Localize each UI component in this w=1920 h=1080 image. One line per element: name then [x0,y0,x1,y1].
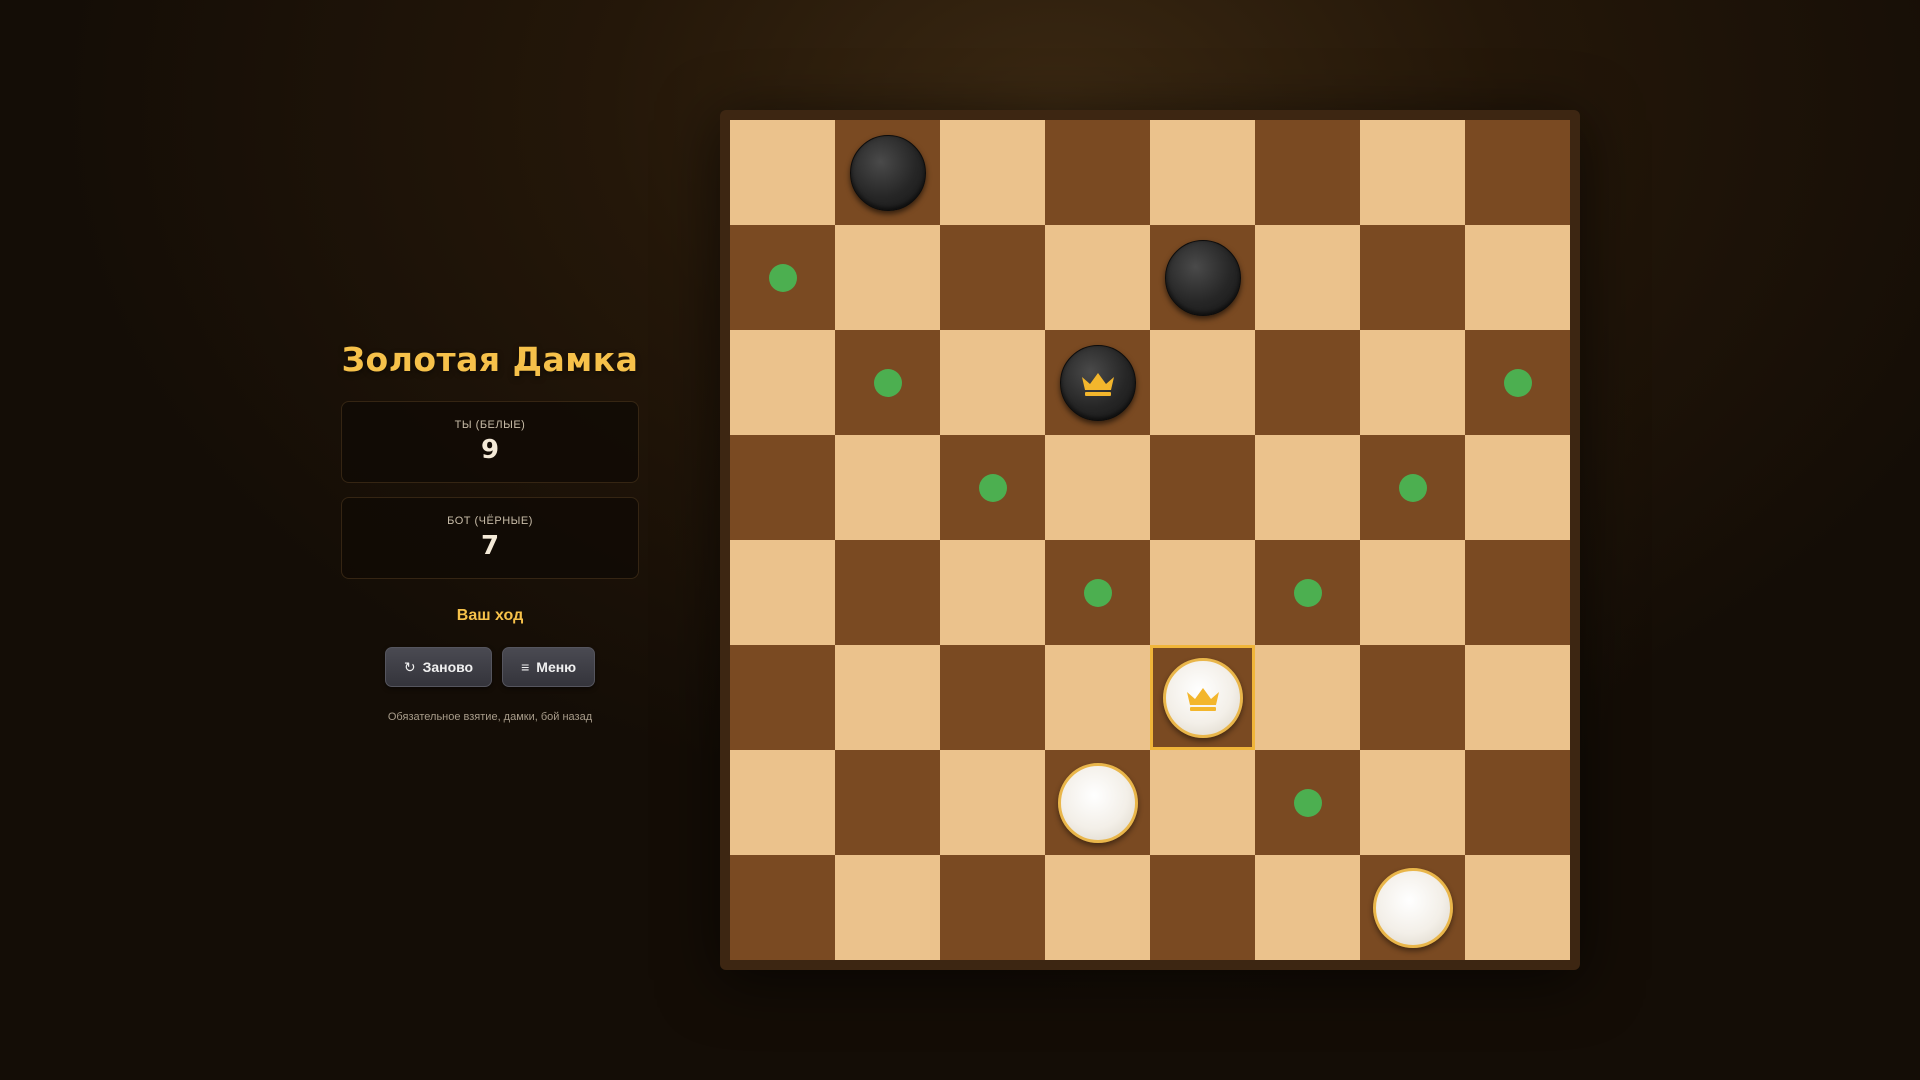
rules-note: Обязательное взятие, дамки, бой назад [387,711,593,723]
board-square-r7-c5[interactable] [1255,855,1360,960]
bot-score-label: БОТ (ЧЁРНЫЕ) [447,515,533,527]
board-square-r3-c7[interactable] [1465,435,1570,540]
menu-button-label: Меню [536,659,577,675]
move-hint-dot[interactable] [1293,788,1322,817]
board-square-r5-c4[interactable] [1150,645,1255,750]
crown-icon [1081,372,1114,396]
board-square-r1-c5[interactable] [1255,225,1360,330]
move-hint-dot[interactable] [1083,578,1112,607]
board-square-r7-c7[interactable] [1465,855,1570,960]
board-square-r4-c0[interactable] [730,540,835,645]
board-square-r7-c1[interactable] [835,855,940,960]
board-square-r0-c7[interactable] [1465,120,1570,225]
board-square-r7-c0[interactable] [730,855,835,960]
restart-button-label: Заново [422,659,474,675]
white-king-piece[interactable] [1162,657,1243,738]
board-square-r6-c4[interactable] [1150,750,1255,855]
board-square-r5-c2[interactable] [940,645,1045,750]
board-frame [720,110,1580,970]
board-square-r2-c5[interactable] [1255,330,1360,435]
white-piece[interactable] [1372,867,1453,948]
board-square-r2-c0[interactable] [730,330,835,435]
board-square-r6-c0[interactable] [730,750,835,855]
board-square-r1-c2[interactable] [940,225,1045,330]
board-square-r6-c1[interactable] [835,750,940,855]
crown-icon [1186,687,1219,711]
board-square-r1-c3[interactable] [1045,225,1150,330]
restart-button[interactable]: ↻ Заново [384,647,493,687]
move-hint-dot[interactable] [978,473,1007,502]
board-square-r2-c1[interactable] [835,330,940,435]
button-row: ↻ Заново ≡ Меню [384,647,596,687]
board-square-r7-c4[interactable] [1150,855,1255,960]
board-square-r3-c3[interactable] [1045,435,1150,540]
board-square-r6-c7[interactable] [1465,750,1570,855]
board-square-r3-c0[interactable] [730,435,835,540]
turn-status: Ваш ход [456,607,524,624]
board-square-r1-c4[interactable] [1150,225,1255,330]
menu-icon: ≡ [521,659,530,675]
game-title: Золотая Дамка [341,340,639,379]
board-square-r2-c7[interactable] [1465,330,1570,435]
board-square-r0-c5[interactable] [1255,120,1360,225]
board-square-r3-c1[interactable] [835,435,940,540]
board-square-r7-c3[interactable] [1045,855,1150,960]
board-square-r3-c6[interactable] [1360,435,1465,540]
move-hint-dot[interactable] [1503,368,1532,397]
board-square-r1-c6[interactable] [1360,225,1465,330]
board-square-r4-c2[interactable] [940,540,1045,645]
board-square-r0-c4[interactable] [1150,120,1255,225]
board-square-r6-c2[interactable] [940,750,1045,855]
black-king-piece[interactable] [1059,344,1136,421]
board-square-r4-c3[interactable] [1045,540,1150,645]
board-square-r7-c6[interactable] [1360,855,1465,960]
board-square-r1-c0[interactable] [730,225,835,330]
move-hint-dot[interactable] [1293,578,1322,607]
board-square-r1-c1[interactable] [835,225,940,330]
menu-button[interactable]: ≡ Меню [502,647,596,687]
board-square-r4-c5[interactable] [1255,540,1360,645]
board-square-r0-c3[interactable] [1045,120,1150,225]
board-square-r6-c6[interactable] [1360,750,1465,855]
board-square-r4-c6[interactable] [1360,540,1465,645]
white-piece[interactable] [1057,762,1138,843]
player-score-label: ТЫ (БЕЛЫЕ) [454,419,526,431]
player-score-card: ТЫ (БЕЛЫЕ) 9 [341,401,639,483]
board-square-r2-c3[interactable] [1045,330,1150,435]
restart-icon: ↻ [403,659,416,675]
board-square-r3-c5[interactable] [1255,435,1360,540]
board-square-r2-c2[interactable] [940,330,1045,435]
board-square-r2-c6[interactable] [1360,330,1465,435]
board-square-r1-c7[interactable] [1465,225,1570,330]
black-piece[interactable] [1164,239,1241,316]
board-square-r5-c6[interactable] [1360,645,1465,750]
bot-score-value: 7 [480,531,500,561]
board-square-r0-c0[interactable] [730,120,835,225]
board-square-r4-c1[interactable] [835,540,940,645]
move-hint-dot[interactable] [873,368,902,397]
board-square-r5-c0[interactable] [730,645,835,750]
board-square-r4-c7[interactable] [1465,540,1570,645]
board-square-r5-c5[interactable] [1255,645,1360,750]
player-score-value: 9 [480,435,500,465]
checkers-board[interactable] [730,120,1570,960]
board-square-r6-c5[interactable] [1255,750,1360,855]
board-square-r0-c1[interactable] [835,120,940,225]
board-square-r5-c3[interactable] [1045,645,1150,750]
move-hint-dot[interactable] [768,263,797,292]
board-square-r0-c2[interactable] [940,120,1045,225]
board-square-r5-c1[interactable] [835,645,940,750]
side-panel: Золотая Дамка ТЫ (БЕЛЫЕ) 9 БОТ (ЧЁРНЫЕ) … [340,340,640,723]
board-square-r7-c2[interactable] [940,855,1045,960]
board-square-r3-c2[interactable] [940,435,1045,540]
board-square-r6-c3[interactable] [1045,750,1150,855]
black-piece[interactable] [849,134,926,211]
board-square-r0-c6[interactable] [1360,120,1465,225]
move-hint-dot[interactable] [1398,473,1427,502]
board-square-r5-c7[interactable] [1465,645,1570,750]
board-square-r4-c4[interactable] [1150,540,1255,645]
board-square-r3-c4[interactable] [1150,435,1255,540]
bot-score-card: БОТ (ЧЁРНЫЕ) 7 [341,497,639,579]
board-square-r2-c4[interactable] [1150,330,1255,435]
